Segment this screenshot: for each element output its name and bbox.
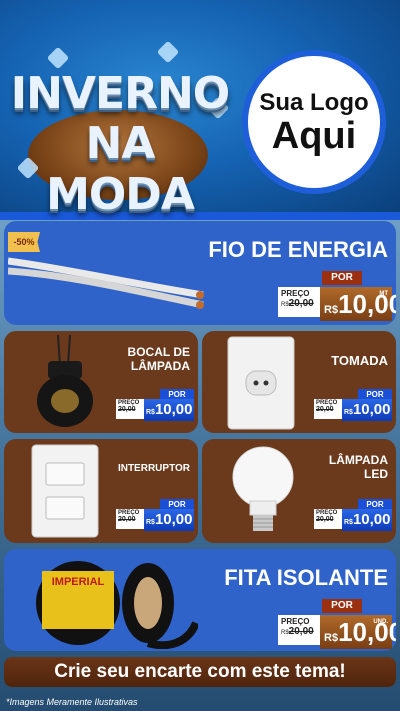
product-name-line: LED bbox=[364, 467, 388, 481]
logo-placeholder: Sua Logo Aqui bbox=[242, 50, 386, 194]
ice-cube-icon bbox=[156, 40, 180, 64]
campaign-title: INVERNO NA MODA bbox=[10, 40, 230, 220]
preco-label: PREÇO bbox=[281, 289, 310, 298]
old-currency: R$ bbox=[281, 302, 289, 308]
logo-text-line-2: Aqui bbox=[271, 115, 357, 157]
discount-badge: -50% bbox=[8, 232, 40, 252]
price-value: 10,00 bbox=[352, 511, 391, 528]
por-label: POR bbox=[322, 271, 362, 285]
currency: R$ bbox=[146, 519, 155, 526]
currency: R$ bbox=[146, 409, 155, 416]
currency: R$ bbox=[324, 304, 339, 316]
currency: R$ bbox=[344, 409, 353, 416]
price-value: 10,00 bbox=[154, 511, 193, 528]
logo-text-line-1: Sua Logo bbox=[259, 89, 369, 116]
product-card-fio[interactable]: FIO DE ENERGIA POR PREÇO R$20,00 R$10,00… bbox=[4, 221, 396, 325]
old-currency: R$ bbox=[281, 630, 289, 636]
price-tag: POR PREÇO R$20,00 R$10,00 UND. bbox=[278, 599, 396, 651]
product-card-tomada[interactable]: TOMADA POR PREÇO 20,00 R$10,00 bbox=[202, 331, 396, 433]
old-price: 20,00 bbox=[118, 516, 136, 523]
light-switch-icon bbox=[31, 444, 99, 538]
old-price: 20,00 bbox=[316, 406, 334, 413]
power-outlet-icon bbox=[227, 336, 295, 430]
sale-price: R$10,00 bbox=[342, 509, 392, 531]
old-price-box: PREÇO 20,00 bbox=[116, 399, 146, 419]
product-name: FIO DE ENERGIA bbox=[208, 237, 388, 262]
old-price: 20,00 bbox=[118, 406, 136, 413]
lamp-socket-icon bbox=[37, 335, 93, 427]
product-name-line: LÂMPADA bbox=[328, 453, 388, 467]
currency: R$ bbox=[324, 632, 339, 644]
cta-banner[interactable]: Crie seu encarte com este tema! bbox=[4, 657, 396, 687]
product-card-fita[interactable]: IMPERIAL FITA ISOLANTE POR PREÇO R$20,00… bbox=[4, 549, 396, 651]
ice-cube-icon bbox=[46, 46, 70, 70]
price-tag: POR PREÇO 20,00 R$10,00 bbox=[314, 499, 392, 533]
old-price: 20,00 bbox=[316, 516, 334, 523]
old-price: 20,00 bbox=[288, 626, 314, 637]
sale-price: R$10,00 bbox=[144, 509, 194, 531]
product-name-line: BOCAL DE bbox=[127, 345, 190, 359]
unit-label: MT bbox=[379, 291, 388, 297]
product-name: LÂMPADA LED bbox=[329, 453, 388, 481]
product-name-line: LÂMPADA bbox=[130, 359, 190, 373]
preco-label: PREÇO bbox=[281, 617, 310, 626]
price-value: 10,00 bbox=[154, 401, 193, 418]
old-price-box: PREÇO 20,00 bbox=[314, 509, 344, 529]
product-card-bocal[interactable]: BOCAL DE LÂMPADA POR PREÇO 20,00 R$10,00 bbox=[4, 331, 198, 433]
sale-price: R$10,00 bbox=[342, 399, 392, 421]
price-tag: POR PREÇO 20,00 R$10,00 bbox=[116, 389, 194, 423]
product-name: BOCAL DE LÂMPADA bbox=[128, 345, 190, 373]
title-line-2: NA MODA bbox=[46, 118, 195, 220]
old-price-box: PREÇO 20,00 bbox=[314, 399, 344, 419]
por-label: POR bbox=[322, 599, 362, 613]
price-tag: POR PREÇO R$20,00 R$10,00 MT bbox=[278, 271, 396, 323]
product-card-interruptor[interactable]: INTERRUPTOR POR PREÇO 20,00 R$10,00 bbox=[4, 439, 198, 543]
product-card-lampada[interactable]: LÂMPADA LED POR PREÇO 20,00 R$10,00 bbox=[202, 439, 396, 543]
old-price: 20,00 bbox=[288, 298, 314, 309]
currency: R$ bbox=[344, 519, 353, 526]
old-price-box: PREÇO R$20,00 bbox=[278, 287, 322, 317]
product-name: FITA ISOLANTE bbox=[224, 565, 388, 590]
insulating-tape-icon: IMPERIAL bbox=[36, 561, 198, 649]
old-price-box: PREÇO R$20,00 bbox=[278, 615, 322, 645]
price-tag: POR PREÇO 20,00 R$10,00 bbox=[314, 389, 392, 423]
tape-brand-text: IMPERIAL bbox=[52, 576, 105, 588]
title-line-1: INVERNO bbox=[10, 68, 230, 119]
product-name: INTERRUPTOR bbox=[117, 463, 190, 474]
unit-label: UND. bbox=[373, 619, 388, 625]
footnote: *Imagens Meramente Ilustrativas bbox=[6, 697, 138, 707]
electric-wire-icon bbox=[8, 257, 204, 309]
old-price-box: PREÇO 20,00 bbox=[116, 509, 146, 529]
product-name: TOMADA bbox=[331, 353, 388, 368]
price-tag: POR PREÇO 20,00 R$10,00 bbox=[116, 499, 194, 533]
sale-price: R$10,00 bbox=[144, 399, 194, 421]
led-bulb-icon bbox=[232, 446, 294, 531]
price-value: 10,00 bbox=[352, 401, 391, 418]
